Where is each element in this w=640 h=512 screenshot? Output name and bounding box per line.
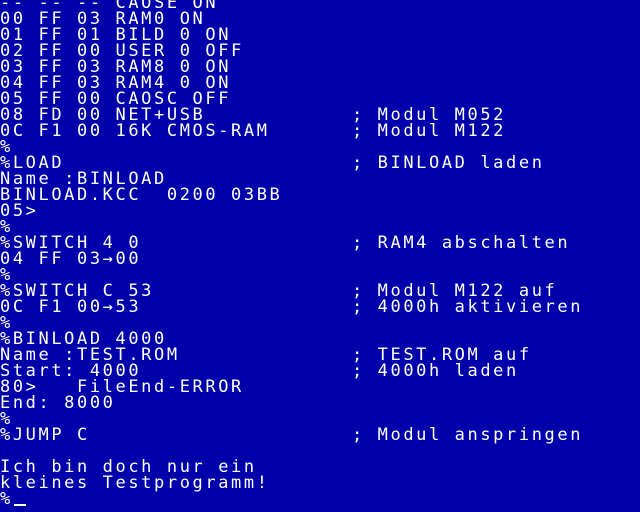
terminal-line: %JUMP C <box>0 425 90 445</box>
terminal-line: BINLOAD.KCC 0200 03BB <box>0 185 283 205</box>
terminal-comment: ; Modul anspringen <box>352 425 584 445</box>
terminal-comment: ; Modul M122 <box>352 121 507 141</box>
terminal-comment: ; 4000h aktivieren <box>352 297 584 317</box>
terminal-comment: ; 4000h laden <box>352 361 519 381</box>
terminal-screen[interactable]: -- -- -- CAOSE ON 00 FF 03 RAM0 ON 01 FF 0… <box>0 0 640 512</box>
terminal-line: 04 FF 03→00 <box>0 249 142 269</box>
terminal-comment: ; RAM4 abschalten <box>352 233 571 253</box>
terminal-line: End: 8000 <box>0 393 116 413</box>
terminal-line: 0C F1 00→53 <box>0 297 142 317</box>
terminal-line: 0C F1 00 16K CMOS-RAM <box>0 121 270 141</box>
cursor-line: % <box>0 491 26 507</box>
text-cursor <box>13 504 26 506</box>
terminal-comment: ; BINLOAD laden <box>352 153 545 173</box>
terminal-line: kleines Testprogramm! <box>0 473 270 493</box>
